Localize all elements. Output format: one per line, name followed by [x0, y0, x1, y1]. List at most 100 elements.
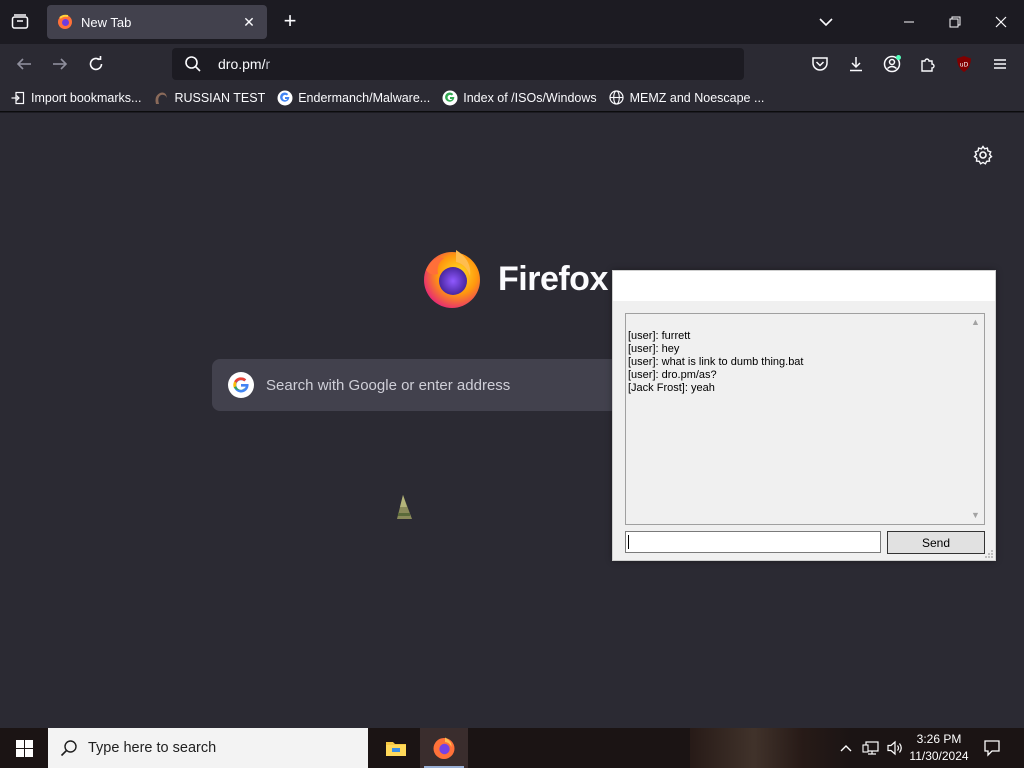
taskbar-wallpaper-bleed — [690, 728, 850, 768]
taskbar: Type here to search 3:26 PM 11/30/2024 — [0, 728, 1024, 768]
google-logo-icon — [228, 372, 254, 398]
gear-icon — [973, 145, 993, 165]
restore-button[interactable] — [932, 0, 978, 44]
file-explorer-icon — [386, 742, 406, 756]
bookmark-label: MEMZ and Noescape ... — [629, 90, 765, 105]
network-button[interactable] — [860, 728, 882, 768]
volume-button[interactable] — [884, 728, 906, 768]
reload-icon — [89, 56, 103, 71]
search-placeholder: Search with Google or enter address — [266, 376, 511, 394]
tab-title: New Tab — [81, 14, 132, 30]
chat-message: [user]: dro.pm/as? — [628, 369, 717, 381]
chat-titlebar[interactable] — [613, 271, 995, 301]
tab-list-icon — [11, 14, 29, 29]
forward-arrow-icon — [53, 58, 68, 70]
url-host: dro.pm/ — [218, 56, 266, 72]
url-bar[interactable]: dro.pm/r — [172, 48, 744, 80]
ublock-origin-icon: uD — [957, 56, 971, 72]
hamburger-menu-icon — [994, 59, 1006, 69]
bookmark-endermanch-malware[interactable]: Endermanch/Malware... — [277, 90, 430, 106]
notification-center-button[interactable] — [978, 728, 1006, 768]
navigation-toolbar: dro.pm/r uD — [0, 44, 1024, 84]
import-icon — [10, 90, 26, 106]
chat-message: [Jack Frost]: yeah — [628, 382, 715, 394]
tab-new-tab[interactable]: New Tab ✕ — [47, 5, 267, 39]
list-all-tabs-button[interactable] — [814, 12, 838, 32]
bookmark-import[interactable]: Import bookmarks... — [10, 90, 141, 106]
search-icon — [185, 56, 201, 72]
bookmark-memz[interactable]: MEMZ and Noescape ... — [609, 90, 765, 106]
text-caret — [628, 535, 629, 549]
windows-logo-icon — [15, 739, 33, 757]
chat-log[interactable]: [user]: furrett [user]: hey [user]: what… — [625, 313, 985, 525]
restore-icon — [949, 16, 961, 28]
downloads-button[interactable] — [844, 52, 868, 76]
app-menu-button[interactable] — [988, 52, 1012, 76]
new-tab-button[interactable]: + — [278, 10, 302, 34]
pocket-icon — [812, 57, 828, 71]
forward-button[interactable] — [48, 52, 72, 76]
clock-date: 11/30/2024 — [909, 749, 969, 763]
back-arrow-icon — [16, 58, 31, 70]
site-favicon-icon — [153, 90, 169, 106]
firefox-favicon-icon — [58, 14, 72, 29]
send-button[interactable]: Send — [887, 531, 985, 554]
scroll-up-icon[interactable]: ▲ — [967, 314, 984, 331]
resize-grip-icon[interactable] — [984, 549, 994, 559]
tab-close-icon[interactable]: ✕ — [241, 14, 257, 31]
chat-scrollbar[interactable]: ▲ ▼ — [967, 314, 984, 524]
bookmark-label: RUSSIAN TEST — [174, 90, 266, 105]
account-icon — [883, 55, 901, 73]
tab-list-button[interactable] — [0, 0, 40, 44]
taskbar-file-explorer[interactable] — [372, 728, 420, 768]
chat-message-input[interactable] — [625, 531, 881, 553]
url-text[interactable]: dro.pm/r — [218, 56, 270, 72]
taskbar-firefox[interactable] — [420, 728, 468, 768]
notification-icon — [984, 740, 1000, 757]
bookmarks-toolbar: Import bookmarks... RUSSIAN TEST Enderma… — [0, 84, 1024, 112]
account-button[interactable] — [880, 52, 904, 76]
svg-text:uD: uD — [960, 62, 969, 69]
minimize-button[interactable] — [886, 0, 932, 44]
url-path: r — [265, 56, 271, 72]
minimize-icon — [904, 21, 914, 23]
close-window-button[interactable] — [978, 0, 1024, 44]
firefox-icon — [433, 737, 455, 759]
extensions-button[interactable] — [916, 52, 940, 76]
taskbar-search[interactable]: Type here to search — [48, 728, 368, 768]
animated-cursor — [394, 493, 416, 523]
start-button[interactable] — [0, 728, 48, 768]
newtab-search-box[interactable]: Search with Google or enter address — [212, 359, 632, 411]
ublock-button[interactable]: uD — [952, 52, 976, 76]
puzzle-icon — [921, 58, 935, 72]
firefox-logo-icon — [424, 250, 480, 308]
chat-message: [user]: furrett — [628, 330, 691, 342]
tab-strip: New Tab ✕ + — [0, 0, 1024, 44]
close-icon — [995, 16, 1007, 28]
chat-message: [user]: what is link to dumb thing.bat — [628, 356, 804, 368]
chevron-up-icon — [840, 745, 852, 752]
reload-button[interactable] — [84, 52, 108, 76]
back-button[interactable] — [12, 52, 36, 76]
cursor-sprite-icon — [397, 495, 412, 519]
network-icon — [862, 741, 879, 755]
scroll-down-icon[interactable]: ▼ — [967, 507, 984, 524]
taskbar-search-placeholder: Type here to search — [88, 740, 217, 756]
download-icon — [850, 57, 862, 72]
firefox-wordmark: Firefox — [498, 260, 608, 298]
bookmark-label: Endermanch/Malware... — [298, 90, 431, 105]
chevron-down-icon — [819, 18, 833, 27]
pocket-button[interactable] — [808, 52, 832, 76]
chat-message: [user]: hey — [628, 343, 680, 355]
clock-time: 3:26 PM — [916, 732, 962, 746]
show-hidden-icons-button[interactable] — [836, 728, 856, 768]
bookmark-label: Index of /ISOs/Windows — [463, 90, 597, 105]
bookmark-russian-test[interactable]: RUSSIAN TEST — [153, 90, 265, 106]
search-icon — [60, 740, 77, 757]
chat-window: [user]: furrett [user]: hey [user]: what… — [612, 270, 996, 561]
customize-button[interactable] — [972, 144, 994, 166]
speaker-icon — [887, 740, 902, 756]
bookmark-index-isos[interactable]: Index of /ISOs/Windows — [442, 90, 597, 106]
taskbar-clock[interactable]: 3:26 PM 11/30/2024 — [904, 731, 974, 765]
globe-icon — [609, 90, 625, 106]
